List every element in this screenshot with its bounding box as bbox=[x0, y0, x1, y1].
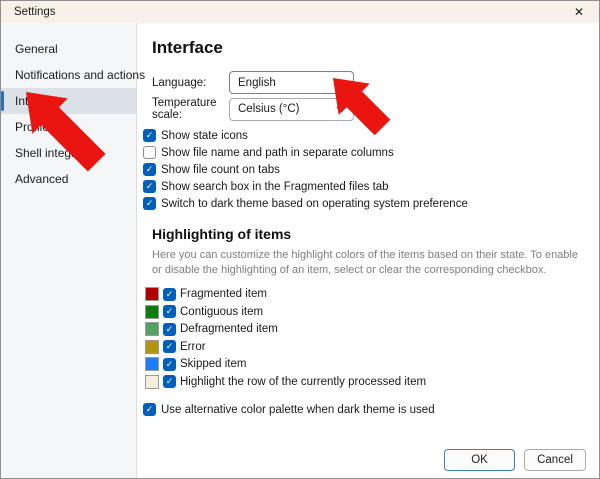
highlight-label: Contiguous item bbox=[180, 306, 263, 318]
alt-palette-row[interactable]: ✓ Use alternative color palette when dar… bbox=[143, 403, 599, 416]
sidebar-item-label: Interface bbox=[15, 94, 62, 108]
option-row[interactable]: ✓ Switch to dark theme based on operatin… bbox=[143, 195, 599, 212]
checkbox[interactable] bbox=[143, 146, 156, 159]
highlight-row: ✓ Defragmented item bbox=[145, 322, 599, 337]
checkbox[interactable]: ✓ bbox=[143, 180, 156, 193]
page-title: Interface bbox=[152, 38, 599, 58]
option-label: Switch to dark theme based on operating … bbox=[161, 198, 468, 210]
checkbox[interactable]: ✓ bbox=[143, 129, 156, 142]
highlight-label: Error bbox=[180, 341, 206, 353]
close-button[interactable]: ✕ bbox=[559, 1, 599, 23]
checkbox[interactable]: ✓ bbox=[143, 163, 156, 176]
color-swatch[interactable] bbox=[145, 305, 159, 319]
option-label: Show file count on tabs bbox=[161, 164, 280, 176]
main-panel: Interface Language: English Temperature … bbox=[137, 23, 599, 478]
cancel-button[interactable]: Cancel bbox=[524, 449, 586, 471]
highlight-row: ✓ Highlight the row of the currently pro… bbox=[145, 374, 599, 389]
checkbox[interactable]: ✓ bbox=[163, 305, 176, 318]
highlight-label: Fragmented item bbox=[180, 288, 267, 300]
option-row[interactable]: ✓ Show file count on tabs bbox=[143, 161, 599, 178]
highlighting-section-title: Highlighting of items bbox=[152, 226, 599, 242]
color-swatch[interactable] bbox=[145, 287, 159, 301]
sidebar-item[interactable]: Interface bbox=[1, 88, 136, 114]
dialog-footer: OK Cancel bbox=[444, 449, 586, 471]
color-swatch[interactable] bbox=[145, 375, 159, 389]
highlight-row: ✓ Skipped item bbox=[145, 357, 599, 372]
option-label: Show search box in the Fragmented files … bbox=[161, 181, 389, 193]
temperature-label: Temperature scale: bbox=[152, 97, 229, 121]
option-label: Show file name and path in separate colu… bbox=[161, 147, 394, 159]
highlighting-description: Here you can customize the highlight col… bbox=[152, 248, 589, 278]
sidebar-item-label: Profiles bbox=[15, 120, 55, 134]
sidebar-item[interactable]: Profiles bbox=[1, 114, 136, 140]
close-icon: ✕ bbox=[574, 5, 584, 19]
highlight-row: ✓ Error bbox=[145, 339, 599, 354]
highlight-row: ✓ Fragmented item bbox=[145, 287, 599, 302]
checkbox[interactable]: ✓ bbox=[163, 358, 176, 371]
alt-palette-label: Use alternative color palette when dark … bbox=[161, 404, 435, 416]
sidebar-item-label: Shell integration bbox=[15, 146, 101, 160]
checkbox[interactable]: ✓ bbox=[143, 197, 156, 210]
highlight-row: ✓ Contiguous item bbox=[145, 304, 599, 319]
temperature-row: Temperature scale: Celsius (°C) bbox=[152, 97, 599, 121]
highlight-items: ✓ Fragmented item ✓ Contiguous item ✓ De… bbox=[145, 287, 599, 390]
language-value: English bbox=[238, 77, 276, 89]
checkbox[interactable]: ✓ bbox=[163, 323, 176, 336]
sidebar-item[interactable]: Shell integration bbox=[1, 140, 136, 166]
settings-window: Settings ✕ General Notifications and act… bbox=[0, 0, 600, 479]
sidebar-item[interactable]: General bbox=[1, 36, 136, 62]
sidebar-item[interactable]: Notifications and actions bbox=[1, 62, 136, 88]
color-swatch[interactable] bbox=[145, 322, 159, 336]
checkbox[interactable]: ✓ bbox=[163, 375, 176, 388]
color-swatch[interactable] bbox=[145, 357, 159, 371]
title-bar: Settings ✕ bbox=[1, 1, 599, 23]
chevron-down-icon bbox=[337, 103, 347, 113]
option-row[interactable]: Show file name and path in separate colu… bbox=[143, 144, 599, 161]
highlight-label: Defragmented item bbox=[180, 323, 278, 335]
ok-button[interactable]: OK bbox=[444, 449, 515, 471]
sidebar-item-label: Advanced bbox=[15, 172, 68, 186]
option-label: Show state icons bbox=[161, 130, 248, 142]
color-swatch[interactable] bbox=[145, 340, 159, 354]
highlight-label: Highlight the row of the currently proce… bbox=[180, 376, 426, 388]
sidebar: General Notifications and actions Interf… bbox=[1, 23, 137, 478]
option-row[interactable]: ✓ Show state icons bbox=[143, 127, 599, 144]
sidebar-item-label: Notifications and actions bbox=[15, 68, 145, 82]
language-label: Language: bbox=[152, 77, 229, 89]
temperature-select[interactable]: Celsius (°C) bbox=[229, 98, 354, 121]
sidebar-item[interactable]: Advanced bbox=[1, 166, 136, 192]
language-row: Language: English bbox=[152, 71, 599, 94]
interface-options: ✓ Show state icons Show file name and pa… bbox=[143, 127, 599, 212]
language-select[interactable]: English bbox=[229, 71, 354, 94]
checkbox[interactable]: ✓ bbox=[163, 340, 176, 353]
window-body: General Notifications and actions Interf… bbox=[1, 23, 599, 478]
chevron-down-icon bbox=[337, 76, 347, 86]
checkbox[interactable]: ✓ bbox=[143, 403, 156, 416]
highlight-label: Skipped item bbox=[180, 358, 246, 370]
temperature-value: Celsius (°C) bbox=[238, 103, 299, 115]
option-row[interactable]: ✓ Show search box in the Fragmented file… bbox=[143, 178, 599, 195]
checkbox[interactable]: ✓ bbox=[163, 288, 176, 301]
sidebar-item-label: General bbox=[15, 42, 58, 56]
window-title: Settings bbox=[14, 6, 56, 18]
